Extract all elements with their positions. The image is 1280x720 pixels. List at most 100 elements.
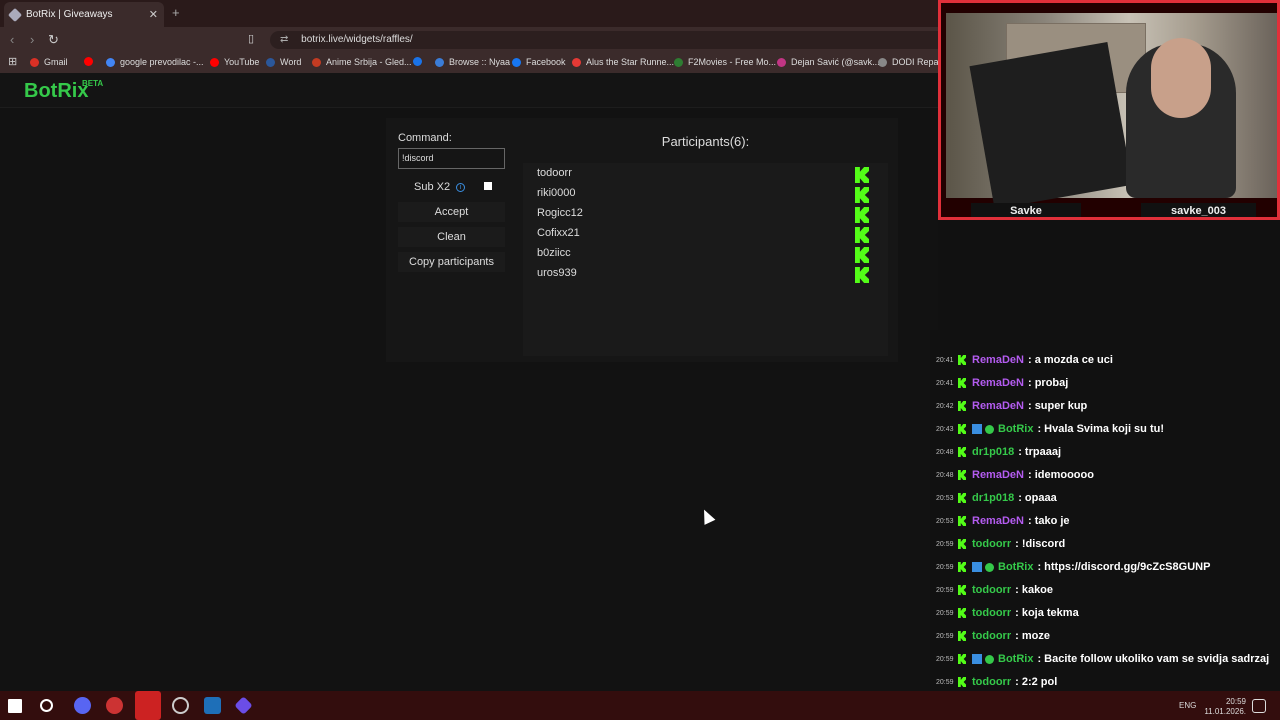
- tab-close-icon[interactable]: ✕: [149, 8, 158, 21]
- kick-badge-icon: [958, 677, 966, 687]
- copy-participants-button[interactable]: Copy participants: [398, 252, 505, 272]
- chat-username: dr1p018: [972, 446, 1015, 458]
- forward-icon[interactable]: ›: [30, 32, 34, 47]
- new-tab-icon[interactable]: +: [172, 5, 180, 20]
- sub-x2-label: Sub X2 i: [414, 181, 466, 193]
- bookmark-item[interactable]: Gmail: [30, 57, 68, 67]
- bookmark-label: Dejan Savić (@savk...: [791, 57, 880, 67]
- bookmark-favicon-icon: [266, 57, 275, 67]
- kick-badge-icon: [958, 378, 966, 388]
- bookmark-label: google prevodilac -...: [120, 57, 204, 67]
- chat-message: 20:59 todoorr: moze: [936, 626, 1050, 646]
- kick-badge-icon: [958, 355, 966, 365]
- kick-platform-icon: [855, 207, 869, 223]
- apps-grid-icon[interactable]: ⊞: [8, 55, 17, 68]
- participant-row: Rogicc12: [537, 207, 877, 225]
- bookmark-item[interactable]: google prevodilac -...: [106, 57, 204, 67]
- bookmark-label: Alus the Star Runne...: [586, 57, 675, 67]
- bookmark-favicon-icon: [106, 57, 115, 67]
- bookmark-label: YouTube: [224, 57, 260, 67]
- bookmark-icon[interactable]: ▯: [248, 32, 254, 45]
- mouse-cursor-icon: [698, 507, 716, 525]
- bookmark-item[interactable]: Facebook: [512, 57, 566, 67]
- chat-username: todoorr: [972, 630, 1012, 642]
- kick-badge-icon: [958, 539, 966, 549]
- bookmark-item[interactable]: Word: [266, 57, 301, 67]
- bookmark-item[interactable]: Dejan Savić (@savk...: [777, 57, 880, 67]
- site-info-icon[interactable]: ⇄: [280, 34, 288, 45]
- clock-time: 20:59: [1225, 697, 1246, 706]
- reload-icon[interactable]: ↻: [48, 32, 59, 48]
- participant-name: riki0000: [537, 187, 576, 199]
- search-icon[interactable]: [40, 699, 53, 712]
- back-icon[interactable]: ‹: [10, 32, 14, 47]
- clock[interactable]: 20:59 11.01.2026.: [1204, 697, 1246, 717]
- notification-icon[interactable]: [1252, 699, 1266, 713]
- app-window-icon[interactable]: [204, 697, 221, 714]
- botrix-logo[interactable]: BotRix BETA: [24, 79, 103, 103]
- beta-badge: BETA: [82, 79, 104, 88]
- launcher-icon[interactable]: [234, 696, 253, 715]
- raffle-panel: Command: !discord Sub X2 i Accept Clean …: [386, 118, 898, 362]
- chat-timestamp: 20:59: [936, 563, 954, 571]
- chat-text: : 2:2 pol: [1015, 676, 1058, 688]
- bookmark-item[interactable]: [413, 57, 427, 66]
- kick-platform-icon: [855, 247, 869, 263]
- participant-name: todoorr: [537, 167, 572, 179]
- kick-badge-icon: [958, 424, 966, 434]
- chat-timestamp: 20:42: [936, 402, 954, 410]
- chat-timestamp: 20:48: [936, 448, 954, 456]
- kick-badge-icon: [958, 493, 966, 503]
- kick-platform-icon: [855, 267, 869, 283]
- chat-username: todoorr: [972, 676, 1012, 688]
- site-header: BotRix BETA: [0, 73, 938, 108]
- command-input[interactable]: !discord: [398, 148, 505, 169]
- obs-icon[interactable]: [172, 697, 189, 714]
- app-icon[interactable]: [106, 697, 123, 714]
- chat-timestamp: 20:48: [936, 471, 954, 479]
- participant-row: riki0000: [537, 187, 877, 205]
- chat-text: : moze: [1015, 630, 1050, 642]
- accept-button[interactable]: Accept: [398, 202, 505, 222]
- chat-text: : super kup: [1027, 400, 1088, 412]
- chat-message: 20:59 BotRix: https://discord.gg/9cZcS8GU…: [936, 557, 1210, 577]
- discord-icon[interactable]: [74, 697, 91, 714]
- browser-tab[interactable]: BotRix | Giveaways ✕: [4, 2, 164, 27]
- clean-button[interactable]: Clean: [398, 227, 505, 247]
- participant-name: Rogicc12: [537, 207, 583, 219]
- bookmark-item[interactable]: Browse :: Nyaa: [435, 57, 510, 67]
- bookmark-item[interactable]: Alus the Star Runne...: [572, 57, 674, 67]
- chat-timestamp: 20:59: [936, 540, 954, 548]
- chat-username: RemaDeN: [972, 469, 1024, 481]
- language-indicator[interactable]: ENG: [1179, 701, 1196, 710]
- participant-row: b0ziicc: [537, 247, 877, 265]
- chat-message: 20:59 todoorr: 2:2 pol: [936, 672, 1057, 691]
- address-bar[interactable]: ⇄ botrix.live/widgets/raffles/: [270, 31, 938, 49]
- browser-tab-bar: BotRix | Giveaways ✕ +: [0, 0, 938, 27]
- bookmark-item[interactable]: DODI Repacks: [878, 57, 938, 67]
- chat-timestamp: 20:59: [936, 586, 954, 594]
- botrix-page: BotRix BETA Command: !discord Sub X2 i A…: [0, 73, 938, 691]
- chat-username: todoorr: [972, 607, 1012, 619]
- bookmark-item[interactable]: [84, 57, 98, 66]
- bookmark-favicon-icon: [312, 57, 321, 67]
- sub-x2-checkbox[interactable]: [484, 182, 492, 190]
- info-icon[interactable]: i: [456, 182, 466, 192]
- chat-timestamp: 20:41: [936, 356, 954, 364]
- brave-icon[interactable]: [135, 691, 161, 720]
- bookmark-favicon-icon: [674, 57, 683, 67]
- bookmark-item[interactable]: Anime Srbija - Gled...: [312, 57, 412, 67]
- bookmark-label: Anime Srbija - Gled...: [326, 57, 412, 67]
- chat-username: dr1p018: [972, 492, 1015, 504]
- chat-message: 20:59 todoorr: !discord: [936, 534, 1065, 554]
- bookmark-item[interactable]: F2Movies - Free Mo...: [674, 57, 776, 67]
- chat-timestamp: 20:41: [936, 379, 954, 387]
- browser-toolbar: ‹ › ↻ ▯ ⇄ botrix.live/widgets/raffles/: [0, 27, 938, 53]
- kick-badge-icon: [958, 608, 966, 618]
- kick-platform-icon: [855, 187, 869, 203]
- bookmark-favicon-icon: [572, 57, 581, 67]
- chat-timestamp: 20:53: [936, 494, 954, 502]
- bookmark-label: DODI Repacks: [892, 57, 938, 67]
- windows-start-icon[interactable]: [8, 699, 22, 713]
- bookmark-item[interactable]: YouTube: [210, 57, 259, 67]
